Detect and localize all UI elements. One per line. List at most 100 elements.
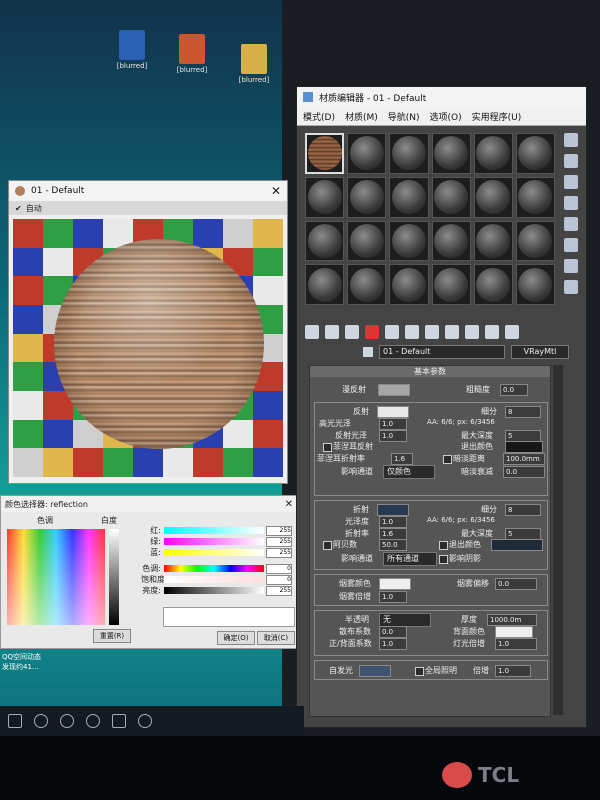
material-slot[interactable] bbox=[473, 176, 513, 218]
material-slot[interactable] bbox=[515, 133, 555, 174]
show-in-viewport-icon[interactable] bbox=[445, 325, 459, 339]
refl-affect-dropdown[interactable]: 仅颜色 bbox=[383, 465, 435, 479]
hue-spectrum[interactable] bbox=[7, 529, 105, 625]
hilight-gloss-spinner[interactable]: 1.0 bbox=[379, 418, 407, 430]
material-name-field[interactable]: 01 - Default bbox=[379, 345, 505, 359]
reset-map-icon[interactable] bbox=[365, 325, 379, 339]
file-explorer-icon[interactable] bbox=[112, 714, 126, 728]
diffuse-swatch[interactable] bbox=[378, 384, 410, 396]
video-color-check-icon[interactable] bbox=[564, 217, 578, 231]
assign-material-icon[interactable] bbox=[345, 325, 359, 339]
eyedropper-icon[interactable] bbox=[363, 347, 373, 357]
task-view-icon[interactable] bbox=[60, 714, 74, 728]
material-slot[interactable] bbox=[347, 133, 387, 174]
channel-value-spinner[interactable]: 255 bbox=[266, 525, 292, 536]
material-slot[interactable] bbox=[473, 133, 513, 174]
material-slot[interactable] bbox=[389, 220, 429, 262]
make-preview-icon[interactable] bbox=[564, 238, 578, 252]
color-picker-titlebar[interactable]: 颜色选择器: reflection ✕ bbox=[1, 496, 299, 512]
channel-value-spinner[interactable]: 255 bbox=[266, 536, 292, 547]
material-slot[interactable] bbox=[431, 264, 471, 305]
menu-item[interactable]: 导航(N) bbox=[388, 110, 420, 123]
material-slot[interactable] bbox=[347, 220, 387, 262]
material-slot[interactable] bbox=[305, 133, 345, 174]
ok-button[interactable]: 确定(O) bbox=[217, 631, 255, 645]
material-slot[interactable] bbox=[473, 264, 513, 305]
auto-checkbox[interactable]: ✔ bbox=[15, 204, 22, 213]
material-slot[interactable] bbox=[431, 220, 471, 262]
material-slot[interactable] bbox=[389, 133, 429, 174]
roughness-spinner[interactable]: 0.0 bbox=[500, 384, 528, 396]
fresnel-checkbox[interactable] bbox=[323, 443, 332, 452]
uv-tiling-icon[interactable] bbox=[564, 196, 578, 210]
preview-titlebar[interactable]: 01 - Default ✕ bbox=[9, 181, 287, 201]
refr-affect-dropdown[interactable]: 所有通道 bbox=[383, 552, 437, 566]
channel-value-spinner[interactable]: 255 bbox=[266, 585, 292, 596]
close-icon[interactable]: ✕ bbox=[271, 184, 281, 198]
fog-multiplier-spinner[interactable]: 1.0 bbox=[379, 591, 407, 603]
channel-value-spinner[interactable]: 0 bbox=[266, 574, 292, 585]
thickness-spinner[interactable]: 1000.0m bbox=[487, 614, 537, 626]
sample-type-icon[interactable] bbox=[564, 133, 578, 147]
material-slot[interactable] bbox=[389, 176, 429, 218]
dim-distance-checkbox[interactable] bbox=[443, 455, 452, 464]
refraction-swatch[interactable] bbox=[377, 504, 409, 516]
channel-slider[interactable] bbox=[164, 549, 264, 556]
menu-item[interactable]: 模式(D) bbox=[303, 110, 335, 123]
notification-text[interactable]: QQ空间动态 发现约41... bbox=[2, 652, 112, 672]
cancel-button[interactable]: 取消(C) bbox=[257, 631, 295, 645]
material-slot[interactable] bbox=[347, 176, 387, 218]
channel-slider[interactable] bbox=[164, 565, 264, 572]
abbe-spinner[interactable]: 50.0 bbox=[379, 539, 407, 551]
options-icon[interactable] bbox=[564, 259, 578, 273]
refl-gloss-spinner[interactable]: 1.0 bbox=[379, 430, 407, 442]
channel-slider[interactable] bbox=[164, 587, 264, 594]
refr-exit-checkbox[interactable] bbox=[439, 541, 448, 550]
material-slot[interactable] bbox=[389, 264, 429, 305]
rollout-title[interactable]: 基本参数 bbox=[310, 366, 550, 377]
dim-distance-spinner[interactable]: 100.0mm bbox=[503, 453, 545, 465]
make-unique-icon[interactable] bbox=[385, 325, 399, 339]
material-slot[interactable] bbox=[347, 264, 387, 305]
channel-value-spinner[interactable]: 0 bbox=[266, 563, 292, 574]
self-illum-swatch[interactable] bbox=[359, 665, 391, 677]
reflection-swatch[interactable] bbox=[377, 406, 409, 418]
back-color-swatch[interactable] bbox=[495, 626, 533, 638]
close-icon[interactable]: ✕ bbox=[285, 499, 293, 510]
get-material-icon[interactable] bbox=[305, 325, 319, 339]
dim-falloff-spinner[interactable]: 0.0 bbox=[503, 466, 545, 478]
channel-slider[interactable] bbox=[164, 527, 264, 534]
desktop-icon-ppt[interactable]: [blurred] bbox=[164, 34, 220, 75]
color-picker-dialog[interactable]: 颜色选择器: reflection ✕ 色调 白度 红: 255 绿: 255 蓝: 25… bbox=[0, 495, 300, 649]
search-icon[interactable] bbox=[34, 714, 48, 728]
material-slot[interactable] bbox=[305, 176, 345, 218]
put-to-scene-icon[interactable] bbox=[325, 325, 339, 339]
menu-item[interactable]: 选项(O) bbox=[430, 110, 462, 123]
material-type-button[interactable]: VRayMtl bbox=[511, 345, 569, 359]
refl-exit-swatch[interactable] bbox=[505, 441, 543, 453]
channel-slider[interactable] bbox=[164, 576, 264, 583]
material-slot[interactable] bbox=[305, 220, 345, 262]
edge-browser-icon[interactable] bbox=[86, 714, 100, 728]
put-to-library-icon[interactable] bbox=[405, 325, 419, 339]
desktop-icon-word[interactable]: [blurred] bbox=[104, 30, 160, 71]
scatter-spinner[interactable]: 0.0 bbox=[379, 626, 407, 638]
refr-exit-swatch[interactable] bbox=[491, 539, 543, 551]
rollout-scrollbar[interactable] bbox=[553, 365, 563, 715]
reset-button[interactable]: 重置(R) bbox=[93, 629, 131, 643]
material-slot[interactable] bbox=[473, 220, 513, 262]
start-icon[interactable] bbox=[8, 714, 22, 728]
fresnel-ior-spinner[interactable]: 1.6 bbox=[391, 453, 413, 465]
refr-subdivs-spinner[interactable]: 8 bbox=[505, 504, 541, 516]
material-id-icon[interactable] bbox=[425, 325, 439, 339]
channel-value-spinner[interactable]: 255 bbox=[266, 547, 292, 558]
material-slot[interactable] bbox=[515, 176, 555, 218]
material-slot[interactable] bbox=[305, 264, 345, 305]
select-by-material-icon[interactable] bbox=[564, 280, 578, 294]
fog-color-swatch[interactable] bbox=[379, 578, 411, 590]
editor-titlebar[interactable]: 材质编辑器 - 01 - Default bbox=[297, 87, 586, 107]
background-icon[interactable] bbox=[564, 175, 578, 189]
menu-item[interactable]: 实用程序(U) bbox=[472, 110, 522, 123]
abbe-checkbox[interactable] bbox=[323, 541, 332, 550]
light-multiplier-spinner[interactable]: 1.0 bbox=[495, 638, 537, 650]
